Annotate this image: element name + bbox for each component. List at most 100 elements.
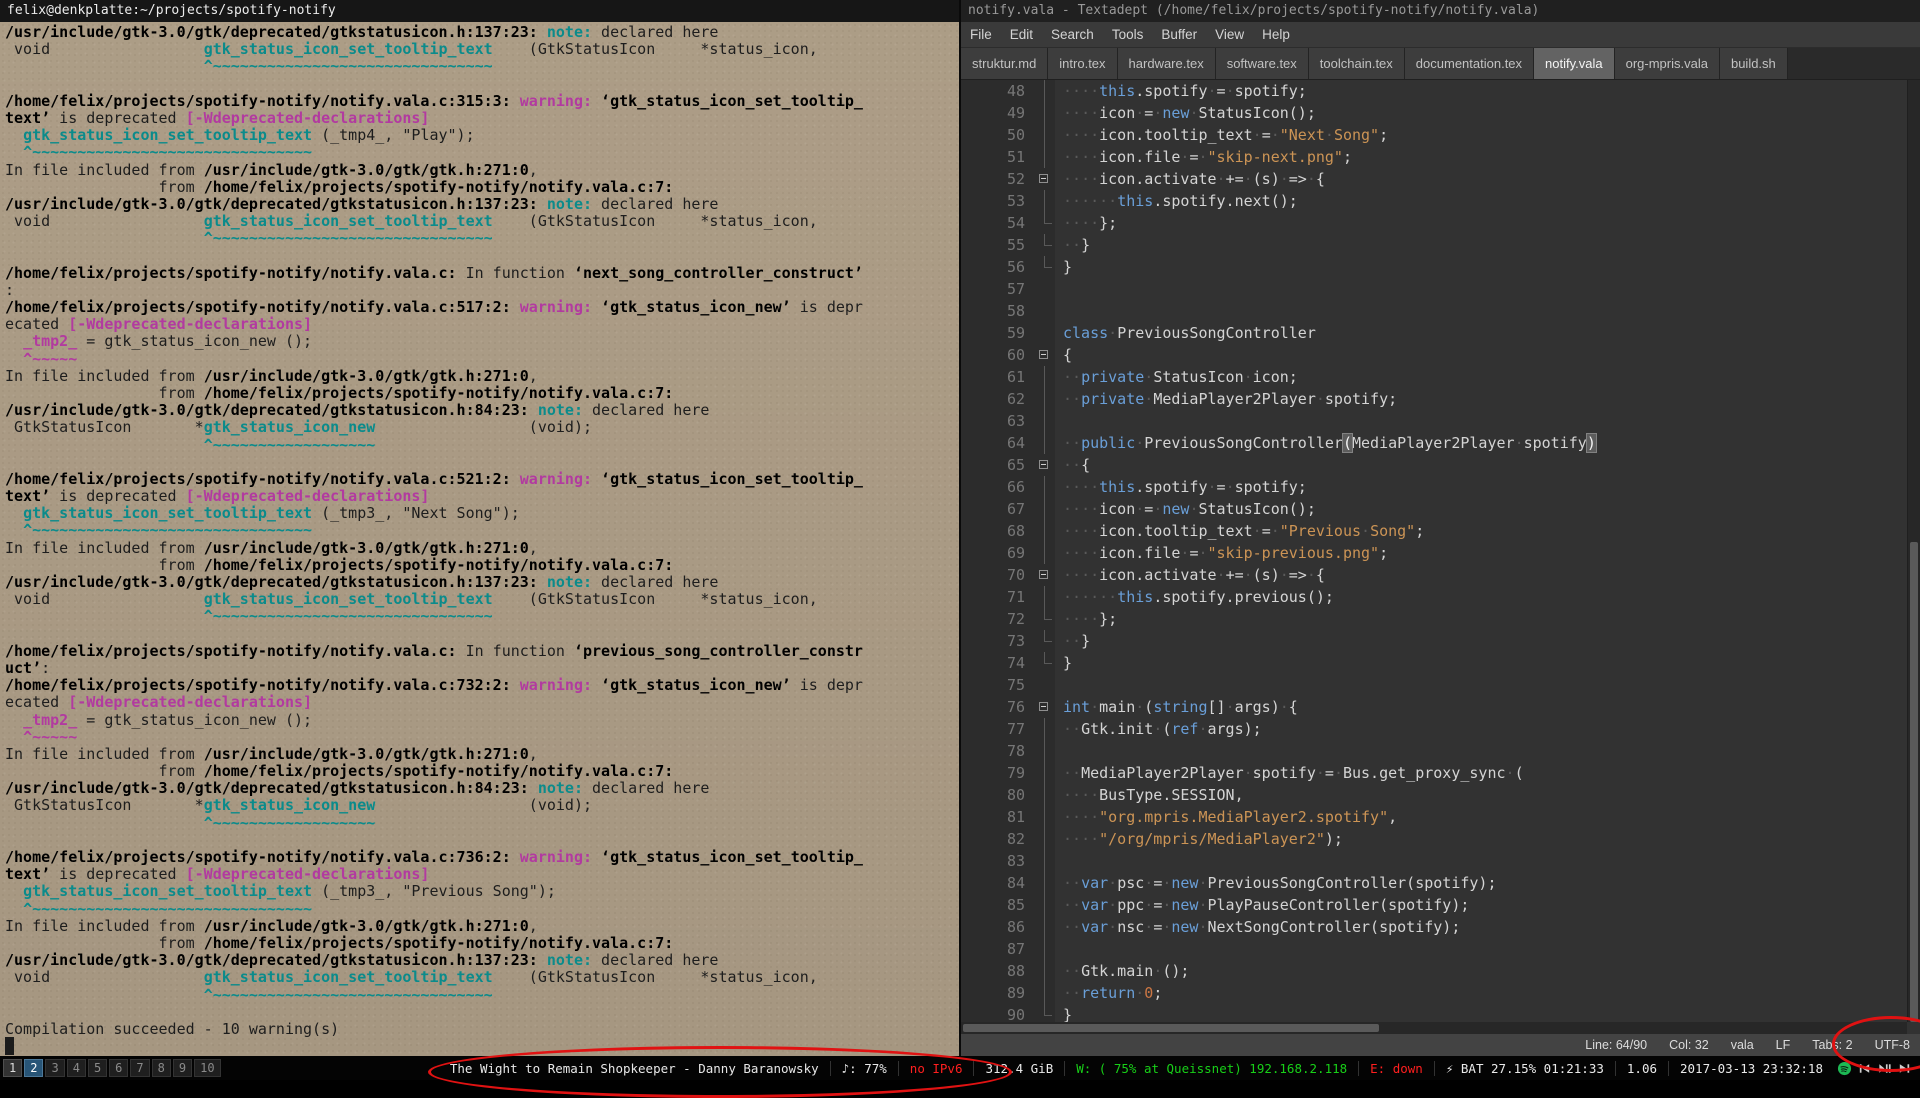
code-line[interactable]: 64 ··public·PreviousSongController(MediaP… — [961, 432, 1907, 454]
code-line[interactable]: 48 ····this.spotify·=·spotify; — [961, 80, 1907, 102]
vertical-scrollbar[interactable] — [1907, 80, 1920, 1022]
code-line[interactable]: 80 ····BusType.SESSION, — [961, 784, 1907, 806]
tab-notify-vala[interactable]: notify.vala — [1534, 48, 1615, 79]
status-eol-mode: LF — [1775, 1038, 1791, 1052]
terminal-line: ^~~~~~~~~~~~~~~~~~~ — [203, 435, 376, 454]
skip-previous-tray-icon[interactable] — [1857, 1061, 1872, 1076]
code-line[interactable]: 79 ··MediaPlayer2Player·spotify·=·Bus.get… — [961, 762, 1907, 784]
code-line[interactable]: 69 ····icon.file·=·"skip-previous.png"; — [961, 542, 1907, 564]
tab-hardware-tex[interactable]: hardware.tex — [1117, 48, 1216, 79]
workspace-button-6[interactable]: 6 — [109, 1059, 129, 1077]
code-line[interactable]: 81 ····"org.mpris.MediaPlayer2.spotify", — [961, 806, 1907, 828]
fold-marker[interactable] — [1035, 168, 1055, 190]
code-line[interactable]: 82 ····"/org/mpris/MediaPlayer2"); — [961, 828, 1907, 850]
code-line[interactable]: 89 ··return·0; — [961, 982, 1907, 1004]
code-line[interactable]: 71 ······this.spotify.previous(); — [961, 586, 1907, 608]
menu-tools[interactable]: Tools — [1103, 22, 1153, 47]
menu-help[interactable]: Help — [1253, 22, 1299, 47]
code-line[interactable]: 78 — [961, 740, 1907, 762]
code-line[interactable]: 63 — [961, 410, 1907, 432]
code-line[interactable]: 55 ··} — [961, 234, 1907, 256]
vertical-scrollbar-thumb[interactable] — [1910, 541, 1918, 1022]
code-line[interactable]: 52 ····icon.activate·+=·(s)·=>·{ — [961, 168, 1907, 190]
terminal-titlebar[interactable]: felix@denkplatte:~/projects/spotify-noti… — [0, 0, 959, 22]
fold-marker[interactable] — [1035, 564, 1055, 586]
workspace-button-9[interactable]: 9 — [172, 1059, 193, 1077]
line-number: 64 — [961, 432, 1035, 454]
menu-search[interactable]: Search — [1042, 22, 1103, 47]
fold-marker[interactable] — [1035, 696, 1055, 718]
code-line[interactable]: 62 ··private·MediaPlayer2Player·spotify; — [961, 388, 1907, 410]
tab-intro-tex[interactable]: intro.tex — [1048, 48, 1118, 79]
code-line[interactable]: 77 ··Gtk.init·(ref·args); — [961, 718, 1907, 740]
editor-titlebar[interactable]: notify.vala - Textadept (/home/felix/pro… — [961, 0, 1920, 22]
code-line[interactable]: 61 ··private·StatusIcon·icon; — [961, 366, 1907, 388]
fold-marker[interactable] — [1035, 454, 1055, 476]
code-line[interactable]: 60 { — [961, 344, 1907, 366]
tab-documentation-tex[interactable]: documentation.tex — [1404, 48, 1535, 79]
code-line[interactable]: 51 ····icon.file·=·"skip-next.png"; — [961, 146, 1907, 168]
menu-edit[interactable]: Edit — [1001, 22, 1042, 47]
workspace-button-7[interactable]: 7 — [130, 1059, 150, 1077]
tab-struktur-md[interactable]: struktur.md — [961, 48, 1049, 79]
code-line[interactable]: 83 — [961, 850, 1907, 872]
skip-next-tray-icon[interactable] — [1897, 1061, 1912, 1076]
code-line[interactable]: 67 ····icon·=·new·StatusIcon(); — [961, 498, 1907, 520]
menu-file[interactable]: File — [961, 22, 1001, 47]
line-number: 70 — [961, 564, 1035, 586]
code-line[interactable]: 66 ····this.spotify·=·spotify; — [961, 476, 1907, 498]
spotify-tray-icon[interactable] — [1837, 1061, 1852, 1076]
status-col-indicator: Col: 32 — [1669, 1038, 1709, 1052]
workspace-button-5[interactable]: 5 — [87, 1059, 108, 1077]
workspace-button-8[interactable]: 8 — [151, 1059, 171, 1077]
code-line[interactable]: 49 ····icon·=·new·StatusIcon(); — [961, 102, 1907, 124]
tab-build-sh[interactable]: build.sh — [1719, 48, 1788, 79]
line-number: 86 — [961, 916, 1035, 938]
system-tray — [1834, 1061, 1918, 1076]
code-line[interactable]: 58 — [961, 300, 1907, 322]
code-line[interactable]: 87 — [961, 938, 1907, 960]
fold-marker — [1035, 432, 1055, 454]
menu-buffer[interactable]: Buffer — [1152, 22, 1206, 47]
code-area[interactable]: 48 ····this.spotify·=·spotify; 49 ····icon·… — [961, 80, 1907, 1022]
terminal-line: from /home/felix/projects/spotify-notify… — [5, 177, 674, 196]
code-line[interactable]: 75 — [961, 674, 1907, 696]
code-line[interactable]: 54 ····}; — [961, 212, 1907, 234]
tab-org-mpris-vala[interactable]: org-mpris.vala — [1614, 48, 1720, 79]
code-line[interactable]: 76 int·main·(string[]·args)·{ — [961, 696, 1907, 718]
workspace-button-3[interactable]: 3 — [45, 1059, 65, 1077]
terminal-output[interactable]: /usr/include/gtk-3.0/gtk/deprecated/gtks… — [0, 22, 959, 1056]
menu-view[interactable]: View — [1206, 22, 1253, 47]
code-line[interactable]: 50 ····icon.tooltip_text·=·"Next·Song"; — [961, 124, 1907, 146]
workspace-button-4[interactable]: 4 — [66, 1059, 86, 1077]
workspace-button-10[interactable]: 10 — [194, 1059, 221, 1077]
code-line[interactable]: 73 ··} — [961, 630, 1907, 652]
horizontal-scrollbar-thumb[interactable] — [963, 1024, 1380, 1032]
terminal-line: /home/felix/projects/spotify-notify/noti… — [5, 641, 863, 660]
code-line[interactable]: 70 ····icon.activate·+=·(s)·=>·{ — [961, 564, 1907, 586]
code-line[interactable]: 57 — [961, 278, 1907, 300]
code-line[interactable]: 84 ··var·psc·=·new·PreviousSongController… — [961, 872, 1907, 894]
workspace-button-1[interactable]: 1 — [3, 1059, 23, 1077]
terminal-line: void gtk_status_icon_set_tooltip_text (G… — [5, 212, 818, 231]
code-line[interactable]: 74} — [961, 652, 1907, 674]
code-text: ····icon.file·=·"skip-next.png"; — [1063, 148, 1352, 166]
code-line[interactable]: 53 ······this.spotify.next(); — [961, 190, 1907, 212]
workspace-button-2[interactable]: 2 — [24, 1059, 44, 1077]
tab-software-tex[interactable]: software.tex — [1215, 48, 1309, 79]
play-pause-tray-icon[interactable] — [1877, 1061, 1892, 1076]
code-line[interactable]: 56} — [961, 256, 1907, 278]
code-line[interactable]: 72 ····}; — [961, 608, 1907, 630]
fold-marker[interactable] — [1035, 344, 1055, 366]
code-line[interactable]: 88 ··Gtk.main·(); — [961, 960, 1907, 982]
horizontal-scrollbar[interactable] — [961, 1022, 1907, 1034]
code-line[interactable]: 59 class·PreviousSongController — [961, 322, 1907, 344]
code-line[interactable]: 68 ····icon.tooltip_text·=·"Previous·Song… — [961, 520, 1907, 542]
tab-toolchain-tex[interactable]: toolchain.tex — [1308, 48, 1405, 79]
code-line[interactable]: 86 ··var·nsc·=·new·NextSongController(spo… — [961, 916, 1907, 938]
code-line[interactable]: 90} — [961, 1004, 1907, 1022]
code-line[interactable]: 85 ··var·ppc·=·new·PlayPauseController(sp… — [961, 894, 1907, 916]
code-line[interactable]: 65 ··{ — [961, 454, 1907, 476]
